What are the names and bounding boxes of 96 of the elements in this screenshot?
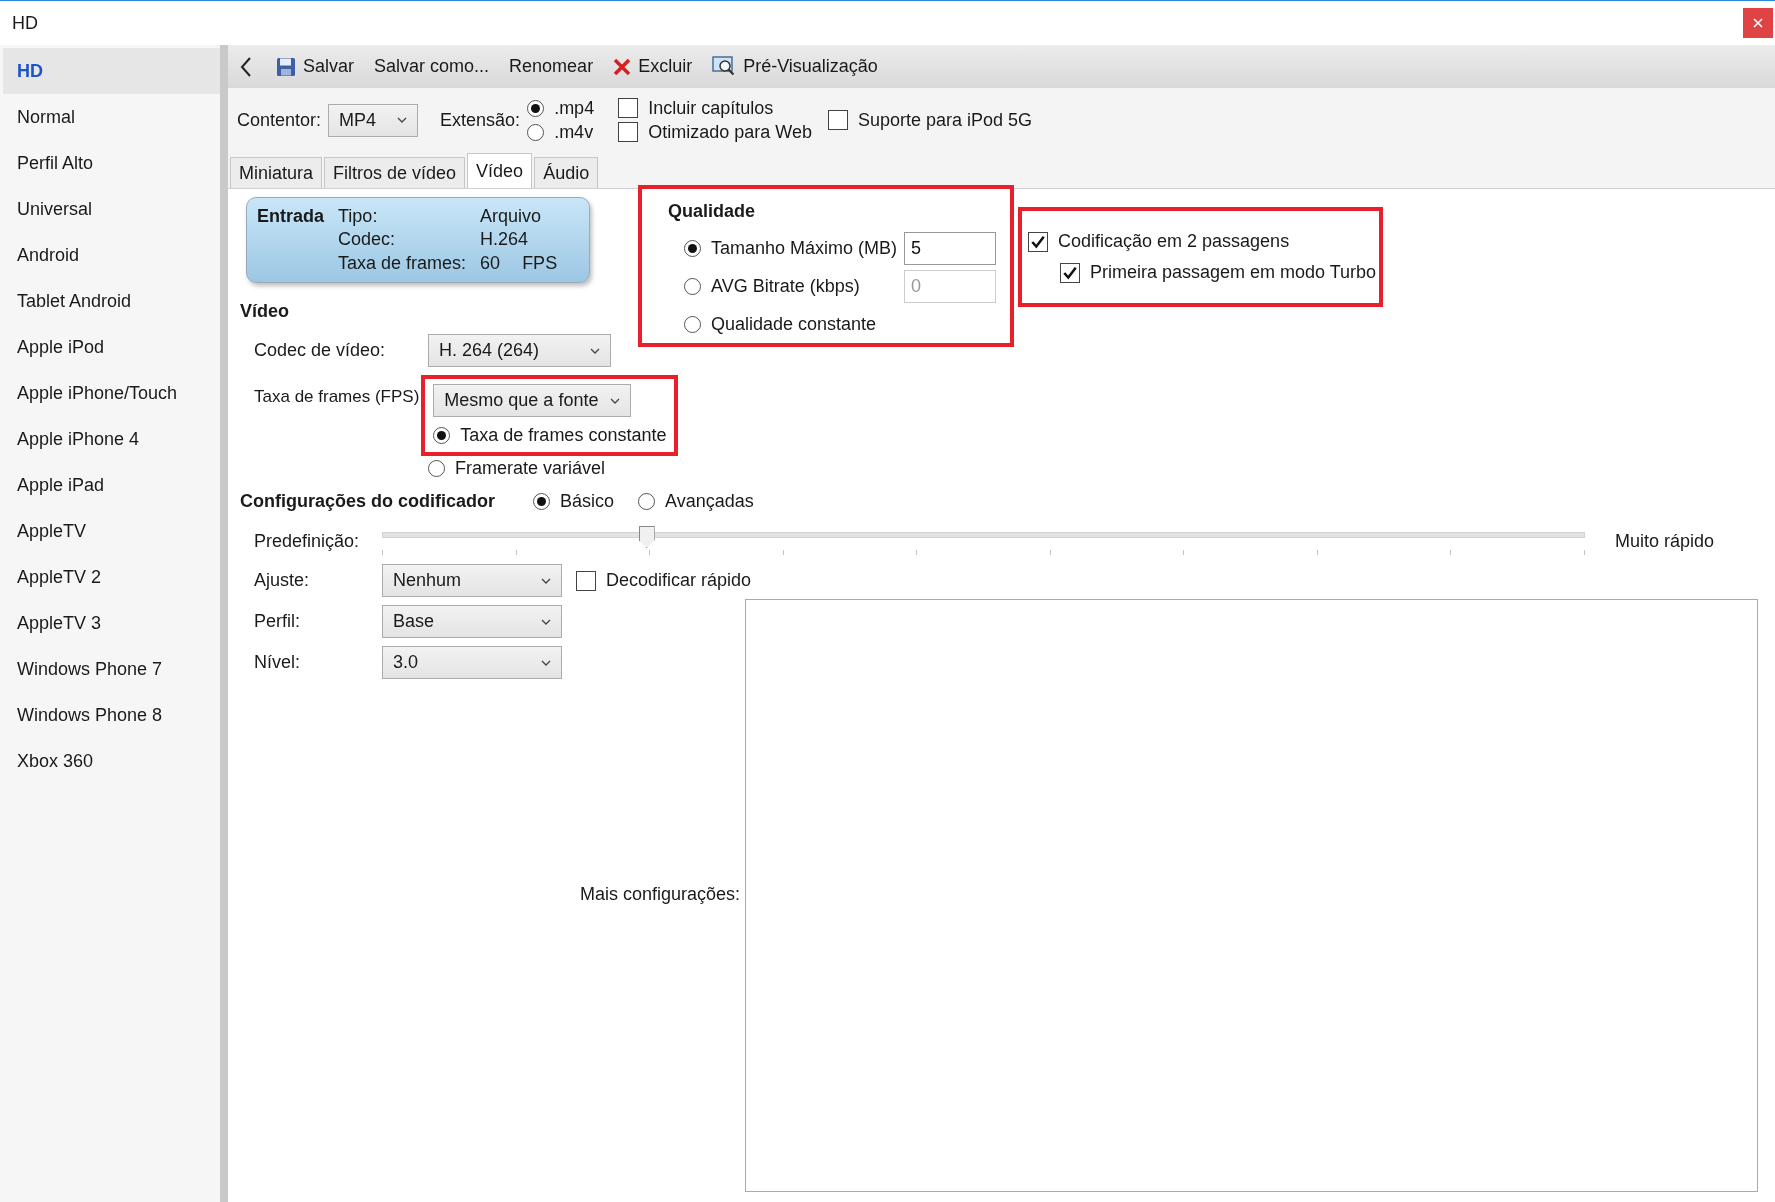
toolbar-button[interactable]: Salvar como... (368, 52, 496, 81)
radio-button[interactable] (684, 315, 701, 333)
field-label: Predefinição: (254, 530, 361, 552)
checkbox[interactable] (1060, 262, 1080, 283)
dropdown-caret-icon (590, 347, 600, 354)
field-label: Ajuste: (254, 570, 311, 591)
radio-label: Qualidade constante (711, 313, 877, 335)
info-value: Arquivo (480, 206, 542, 228)
radio-button[interactable] (428, 460, 445, 477)
toolbar-button[interactable]: Renomear (503, 52, 600, 81)
input-info-title: Entrada (257, 206, 325, 228)
preset-list-item[interactable]: Xbox 360 (3, 738, 220, 784)
info-value: 60 (480, 252, 501, 274)
slider-thumb[interactable] (638, 526, 655, 548)
radio-button[interactable] (684, 240, 701, 258)
tab[interactable]: Vídeo (467, 153, 533, 188)
radio-label: Básico (560, 491, 615, 512)
tab[interactable]: Miniatura (230, 157, 323, 188)
field-label: Perfil: (254, 611, 301, 632)
preset-list-item[interactable]: Windows Phone 7 (3, 646, 220, 692)
info-label: Taxa de frames: (338, 252, 467, 274)
info-label: Codec: (338, 229, 397, 251)
tab[interactable]: Filtros de vídeo (324, 157, 466, 188)
toolbar-button[interactable]: Salvar (270, 52, 361, 81)
monitor-magnifier-icon (712, 55, 737, 78)
preset-list-item[interactable]: HD (3, 48, 220, 94)
section-heading: Qualidade (668, 201, 757, 222)
slider-value-label: Muito rápido (1615, 530, 1715, 552)
radio-button[interactable] (638, 493, 656, 510)
radio-button[interactable] (533, 493, 551, 510)
close-icon (1753, 18, 1763, 28)
section-heading: Vídeo (240, 301, 290, 322)
cross-icon (613, 57, 632, 76)
radio-label: Tamanho Máximo (MB) (711, 238, 898, 260)
preset-list-item[interactable]: AppleTV (3, 508, 220, 554)
field-label: Taxa de frames (FPS) (254, 387, 420, 407)
dropdown-caret-icon (610, 397, 621, 404)
checkbox-label: Decodificar rápido (606, 570, 752, 591)
preset-list-item[interactable]: Android (3, 232, 220, 278)
container-label: Contentor: (237, 109, 322, 131)
tune-dropdown[interactable]: Nenhum (382, 564, 562, 597)
preset-list-item[interactable]: Normal (3, 94, 220, 140)
preset-list-item[interactable]: Apple iPad (3, 462, 220, 508)
preset-list-item[interactable]: Universal (3, 186, 220, 232)
field-label: Mais configurações: (580, 884, 741, 905)
checkbox[interactable] (576, 570, 596, 591)
info-label: Tipo: (338, 206, 379, 228)
back-chevron-icon (240, 56, 252, 77)
preset-list-item[interactable]: Apple iPhone/Touch (3, 370, 220, 416)
toolbar-button[interactable]: Pré-Visualização (706, 51, 884, 82)
framerate-dropdown[interactable]: Mesmo que a fonte (433, 384, 632, 417)
checkbox[interactable] (827, 110, 848, 130)
window-title: HD (12, 12, 38, 34)
checkbox[interactable] (618, 98, 639, 118)
checkbox[interactable] (618, 122, 639, 142)
checkbox-label: Incluir capítulos (648, 97, 774, 119)
section-heading: Configurações do codificador (240, 491, 496, 512)
preset-list-item[interactable]: Apple iPhone 4 (3, 416, 220, 462)
field-label: Nível: (254, 652, 301, 673)
dropdown-caret-icon (541, 618, 551, 625)
radio-button[interactable] (527, 123, 545, 141)
preset-list-item[interactable]: Perfil Alto (3, 140, 220, 186)
preset-list-item[interactable]: AppleTV 2 (3, 554, 220, 600)
dropdown-caret-icon (541, 659, 551, 666)
radio-label: .mp4 (554, 97, 595, 119)
radio-button[interactable] (684, 278, 701, 295)
preset-list-item[interactable]: Apple iPod (3, 324, 220, 370)
number-field[interactable]: 5 (904, 232, 996, 266)
radio-button[interactable] (433, 427, 451, 444)
dropdown-caret-icon (397, 117, 408, 123)
preset-list-item[interactable]: Tablet Android (3, 278, 220, 324)
radio-label: Framerate variável (455, 458, 606, 479)
info-unit: FPS (522, 252, 558, 274)
profile-dropdown[interactable]: Base (382, 605, 562, 638)
checkbox-label: Suporte para iPod 5G (857, 109, 1033, 131)
info-value: H.264 (480, 229, 529, 251)
preset-slider[interactable] (382, 526, 1585, 556)
checkbox-label: Primeira passagem em modo Turbo (1090, 262, 1377, 283)
container-dropdown[interactable]: MP4 (328, 103, 419, 137)
checkbox-label: Codificação em 2 passagens (1058, 231, 1290, 252)
tab[interactable]: Áudio (534, 157, 599, 188)
dropdown-caret-icon (541, 577, 551, 584)
radio-label: Taxa de frames constante (460, 425, 667, 446)
radio-label: AVG Bitrate (kbps) (711, 276, 860, 297)
level-dropdown[interactable]: 3.0 (382, 646, 562, 679)
checkbox-label: Otimizado para Web (648, 121, 812, 143)
extension-label: Extensão: (440, 109, 521, 131)
toolbar-button[interactable]: Excluir (607, 52, 699, 81)
checkbox[interactable] (1028, 231, 1048, 252)
radio-label: Avançadas (665, 491, 754, 512)
field-label: Codec de vídeo: (254, 340, 387, 361)
radio-button[interactable] (527, 99, 545, 117)
preset-list-item[interactable]: AppleTV 3 (3, 600, 220, 646)
radio-label: .m4v (554, 121, 594, 143)
preset-list-item[interactable]: Windows Phone 8 (3, 692, 220, 738)
codec-dropdown[interactable]: H. 264 (264) (428, 334, 611, 367)
